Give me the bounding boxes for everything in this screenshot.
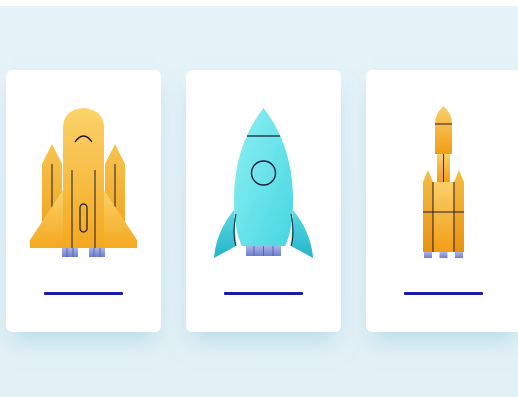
card-launch-vehicle[interactable] <box>366 70 518 332</box>
space-shuttle-icon <box>30 108 137 257</box>
card-underline <box>44 292 123 295</box>
card-space-shuttle[interactable] <box>6 70 161 332</box>
card-underline <box>224 292 303 295</box>
card-underline <box>404 292 483 295</box>
card-classic-rocket[interactable] <box>186 70 341 332</box>
launch-vehicle-icon <box>423 106 464 258</box>
classic-rocket-icon <box>214 108 313 258</box>
